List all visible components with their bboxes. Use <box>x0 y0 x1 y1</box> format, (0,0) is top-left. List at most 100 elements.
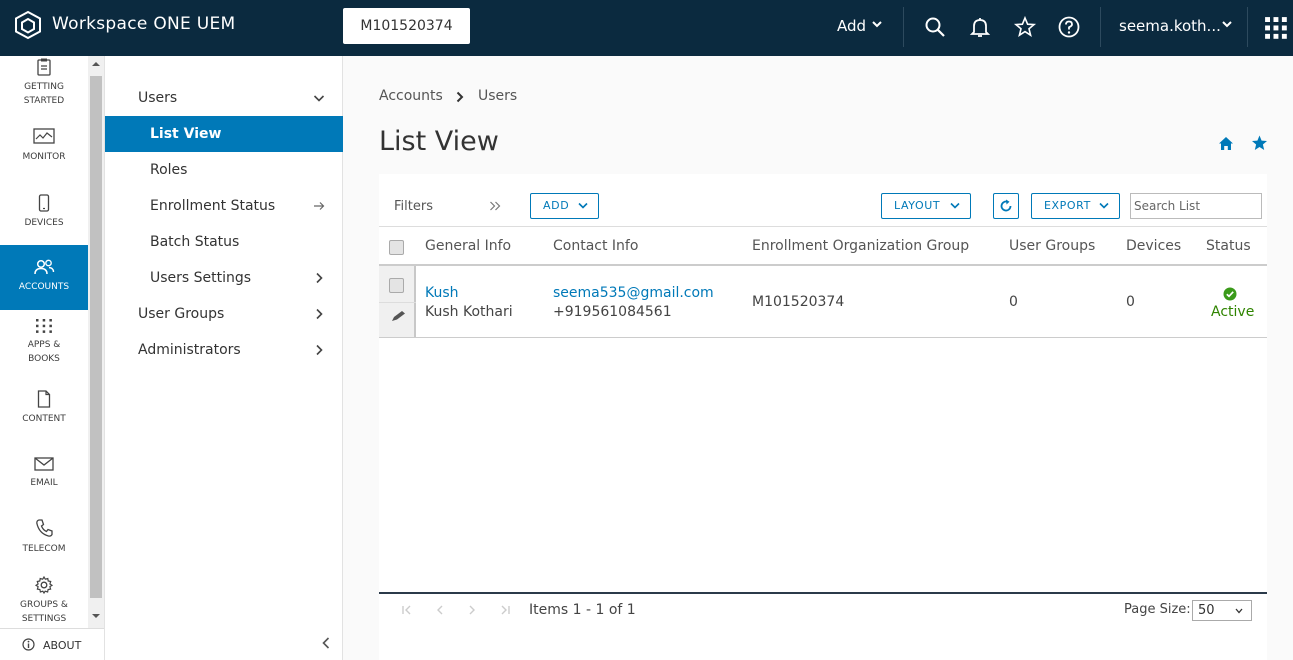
about-link[interactable]: ABOUT <box>0 628 104 660</box>
rail-label: EMAIL <box>30 478 58 488</box>
column-header-contact-info[interactable]: Contact Info <box>553 238 638 254</box>
user-menu[interactable]: seema.koth... <box>1119 17 1221 35</box>
last-page-icon[interactable] <box>499 605 511 615</box>
subnav-label: Users <box>138 90 178 106</box>
subnav-batch-status[interactable]: Batch Status <box>105 224 343 260</box>
column-header-devices[interactable]: Devices <box>1126 238 1181 254</box>
divider <box>903 7 904 47</box>
subnav-users-settings[interactable]: Users Settings <box>105 260 343 296</box>
edit-pencil-icon[interactable] <box>391 310 407 322</box>
rail-item-monitor[interactable]: MONITOR <box>0 128 88 178</box>
breadcrumb-users[interactable]: Users <box>478 88 517 104</box>
rail-item-accounts[interactable]: ACCOUNTS <box>0 245 88 310</box>
row-checkbox[interactable] <box>389 278 404 293</box>
brand-name: Workspace ONE UEM <box>52 14 236 34</box>
subnav-label: List View <box>150 126 222 142</box>
gear-icon <box>35 576 53 594</box>
row-selector <box>379 266 416 337</box>
organization-group-selector[interactable]: M101520374 <box>343 8 470 44</box>
subnav-enrollment-status[interactable]: Enrollment Status <box>105 188 343 224</box>
bell-icon[interactable] <box>968 15 992 39</box>
users-list-grid: Filters ADD LAYOUT EXPORT General Info C… <box>379 174 1267 660</box>
table-header: General Info Contact Info Enrollment Org… <box>379 226 1267 266</box>
rail-item-getting-started[interactable]: GETTING STARTED <box>0 56 88 114</box>
search-icon[interactable] <box>923 15 947 39</box>
user-org-group: M101520374 <box>752 294 845 310</box>
column-header-enrollment-og[interactable]: Enrollment Organization Group <box>752 238 969 254</box>
column-header-general-info[interactable]: General Info <box>425 238 511 254</box>
status-badge: Active <box>1211 304 1255 320</box>
filters-toggle[interactable]: Filters <box>394 199 433 214</box>
refresh-icon <box>1000 199 1012 212</box>
favorite-star-icon[interactable] <box>1251 135 1268 151</box>
mobile-device-icon <box>38 194 50 212</box>
rail-item-email[interactable]: EMAIL <box>0 456 88 506</box>
add-menu-button[interactable]: Add <box>837 17 866 35</box>
user-username-link[interactable]: Kush <box>425 285 459 301</box>
check-circle-icon <box>1223 287 1237 301</box>
column-header-status[interactable]: Status <box>1206 238 1251 254</box>
export-button[interactable]: EXPORT <box>1031 193 1120 219</box>
chevron-down-icon <box>1235 608 1243 614</box>
rail-label: APPS & BOOKS <box>27 340 61 364</box>
search-list-input[interactable] <box>1130 193 1262 219</box>
phone-icon <box>36 519 53 537</box>
previous-page-icon[interactable] <box>435 605 445 615</box>
chevron-down-icon[interactable] <box>871 19 883 29</box>
help-icon[interactable] <box>1057 15 1081 39</box>
layout-button[interactable]: LAYOUT <box>881 193 971 219</box>
scroll-up-icon[interactable] <box>91 60 101 68</box>
subnav-label: Enrollment Status <box>150 198 276 214</box>
page-size-select[interactable]: 50 <box>1192 600 1252 621</box>
subnav-roles[interactable]: Roles <box>105 152 343 188</box>
subnav-user-groups[interactable]: User Groups <box>105 296 343 332</box>
user-devices-count: 0 <box>1126 294 1135 310</box>
top-header: Workspace ONE UEM M101520374 Add seema.k… <box>0 0 1293 56</box>
page-title: List View <box>379 126 499 157</box>
subnav-label: User Groups <box>138 306 225 322</box>
add-button[interactable]: ADD <box>530 193 599 219</box>
user-email-link[interactable]: seema535@gmail.com <box>553 285 714 301</box>
clipboard-icon <box>37 58 51 76</box>
column-header-user-groups[interactable]: User Groups <box>1009 238 1095 254</box>
star-icon[interactable] <box>1013 15 1037 39</box>
chevron-down-icon <box>313 95 325 102</box>
divider <box>379 302 416 303</box>
subnav-users[interactable]: Users <box>105 80 343 116</box>
user-full-name: Kush Kothari <box>425 304 513 320</box>
divider <box>1247 7 1248 47</box>
workspace-one-logo-icon[interactable] <box>14 10 42 40</box>
collapse-sidebar-icon[interactable] <box>321 636 331 650</box>
app-launcher-grid-icon[interactable] <box>1264 16 1288 40</box>
monitor-icon <box>33 128 55 144</box>
rail-item-apps-books[interactable]: APPS & BOOKS <box>0 318 88 374</box>
page-size-value: 50 <box>1198 603 1215 618</box>
rail-item-content[interactable]: CONTENT <box>0 390 88 440</box>
rail-item-groups-settings[interactable]: GROUPS & SETTINGS <box>0 576 88 628</box>
chevron-down-icon <box>578 202 588 209</box>
subnav-list-view[interactable]: List View <box>105 116 343 152</box>
select-all-checkbox[interactable] <box>389 240 404 255</box>
subnav-administrators[interactable]: Administrators <box>105 332 343 368</box>
pagination-bar: Items 1 - 1 of 1 Page Size: 50 <box>379 592 1267 626</box>
breadcrumb-accounts[interactable]: Accounts <box>379 88 443 104</box>
about-label: ABOUT <box>43 639 82 652</box>
add-button-label: ADD <box>543 199 570 212</box>
next-page-icon[interactable] <box>467 605 477 615</box>
rail-label: DEVICES <box>24 218 64 228</box>
chevron-down-icon <box>950 202 960 209</box>
double-chevron-right-icon[interactable] <box>489 200 501 212</box>
main-content: Accounts Users List View Filters ADD LAY… <box>343 56 1293 660</box>
table-row[interactable]: Kush Kush Kothari seema535@gmail.com +91… <box>379 266 1267 338</box>
rail-item-devices[interactable]: DEVICES <box>0 194 88 244</box>
first-page-icon[interactable] <box>401 605 413 615</box>
rail-label: TELECOM <box>22 544 66 554</box>
refresh-button[interactable] <box>993 193 1019 219</box>
scroll-down-icon[interactable] <box>91 612 101 620</box>
chevron-down-icon[interactable] <box>1221 19 1233 29</box>
home-icon[interactable] <box>1218 136 1234 151</box>
items-count: Items 1 - 1 of 1 <box>529 602 636 618</box>
subnav-label: Batch Status <box>150 234 240 250</box>
rail-scrollbar-thumb[interactable] <box>90 76 102 598</box>
rail-item-telecom[interactable]: TELECOM <box>0 518 88 570</box>
